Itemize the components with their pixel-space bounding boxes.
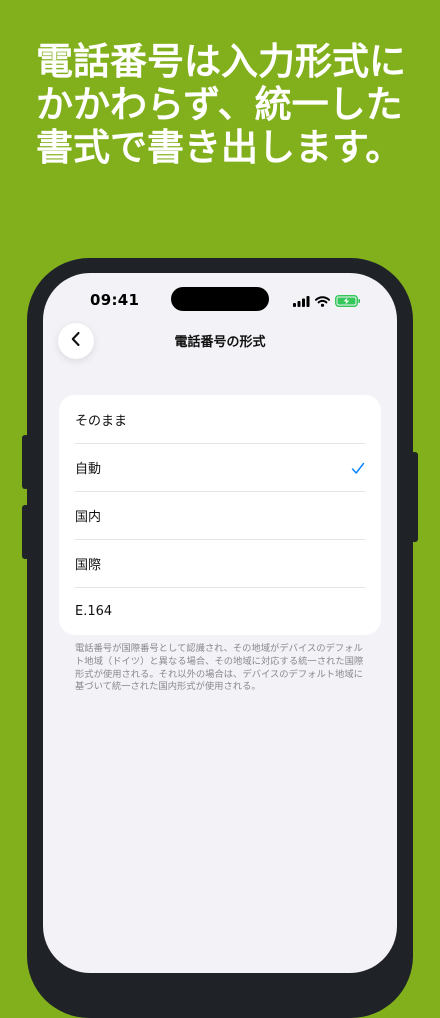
option-label: 国内 (75, 509, 102, 525)
checkmark-icon (351, 460, 365, 479)
wifi-icon (315, 292, 330, 311)
option-automatic[interactable]: 自動 (59, 443, 381, 491)
page-title: 電話番号の形式 (174, 335, 266, 350)
option-as-is[interactable]: そのまま (59, 395, 381, 443)
promo-headline: 電話番号は入力形式に かかわらず、統一した 書式で書き出します。 (36, 40, 426, 169)
option-label: E.164 (75, 603, 113, 619)
dynamic-island (171, 287, 269, 311)
option-national[interactable]: 国内 (59, 491, 381, 539)
promo-headline-line: かかわらず、統一した (36, 83, 403, 126)
option-label: そのまま (75, 413, 128, 429)
option-label: 自動 (75, 461, 102, 477)
status-bar: 09:41 (43, 273, 397, 323)
phone-format-options: そのまま 自動 国内 国際 E.164 (59, 395, 381, 635)
promo-headline-line: 書式で書き出します。 (36, 126, 403, 169)
option-international[interactable]: 国際 (59, 539, 381, 587)
status-icons (293, 292, 361, 311)
promo-headline-line: 電話番号は入力形式に (36, 40, 406, 83)
option-e164[interactable]: E.164 (59, 587, 381, 635)
battery-charging-icon (335, 292, 361, 311)
status-time: 09:41 (90, 291, 140, 309)
footnote-description: 電話番号が国際番号として認識され、その地域がデバイスのデフォルト地域（ドイツ）と… (75, 643, 364, 693)
phone-screen: 09:41 電話番号の形式 そのまま 自動 国内 国際 E.164 電話番号が国… (43, 273, 397, 973)
navigation-bar: 電話番号の形式 (43, 323, 397, 363)
option-label: 国際 (75, 557, 102, 573)
signal-bars-icon (293, 292, 310, 311)
